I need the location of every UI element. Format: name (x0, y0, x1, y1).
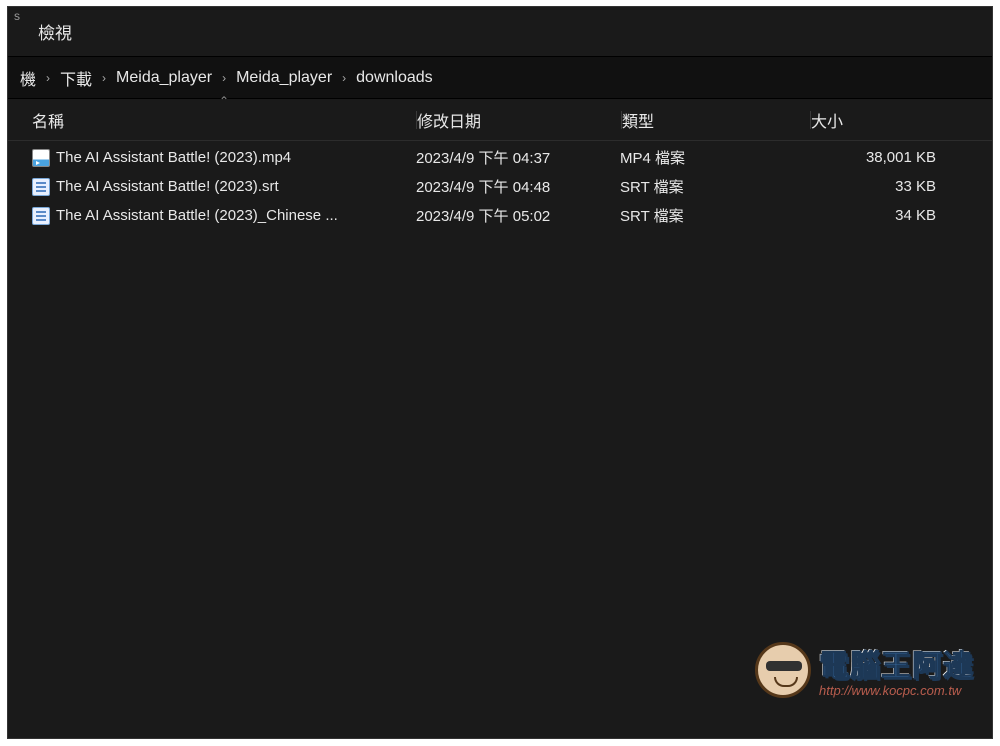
chevron-right-icon: › (336, 71, 352, 85)
breadcrumb-bar: 機 › 下載 › Meida_player › Meida_player › d… (8, 57, 992, 99)
file-type: SRT 檔案 (620, 205, 808, 226)
file-row[interactable]: The AI Assistant Battle! (2023).srt 2023… (8, 172, 992, 201)
watermark-url: http://www.kocpc.com.tw (819, 683, 974, 698)
titlebar-fragment: s (10, 7, 24, 25)
breadcrumb-item-0[interactable]: 機 (16, 66, 40, 90)
file-size: 34 KB (808, 207, 958, 224)
file-date: 2023/4/9 下午 05:02 (416, 205, 620, 226)
column-header-name[interactable]: ⌃ 名稱 (32, 108, 416, 132)
subtitle-file-icon (32, 178, 50, 196)
file-type: MP4 檔案 (620, 147, 808, 168)
watermark-title: 電腦王阿達 (819, 641, 974, 685)
file-row[interactable]: The AI Assistant Battle! (2023)_Chinese … (8, 201, 992, 230)
column-header-name-label: 名稱 (32, 114, 64, 131)
subtitle-file-icon (32, 207, 50, 225)
file-size: 33 KB (808, 178, 958, 195)
breadcrumb-item-1[interactable]: 下載 (56, 66, 96, 90)
column-header-size[interactable]: 大小 (811, 108, 961, 132)
file-date: 2023/4/9 下午 04:48 (416, 176, 620, 197)
breadcrumb-item-3[interactable]: Meida_player (232, 69, 336, 87)
file-row[interactable]: The AI Assistant Battle! (2023).mp4 2023… (8, 143, 992, 172)
column-header-date[interactable]: 修改日期 (417, 108, 621, 132)
file-explorer-window: s 檢視 機 › 下載 › Meida_player › Meida_playe… (7, 6, 993, 739)
video-file-icon (32, 149, 50, 167)
menubar: 檢視 (8, 7, 992, 57)
file-date: 2023/4/9 下午 04:37 (416, 147, 620, 168)
chevron-right-icon: › (216, 71, 232, 85)
file-list: The AI Assistant Battle! (2023).mp4 2023… (8, 141, 992, 230)
watermark-mascot-icon (755, 642, 811, 698)
chevron-right-icon: › (40, 71, 56, 85)
watermark: 電腦王阿達 http://www.kocpc.com.tw (755, 641, 974, 698)
breadcrumb-item-2[interactable]: Meida_player (112, 69, 216, 87)
file-name: The AI Assistant Battle! (2023).mp4 (56, 149, 291, 166)
column-headers: ⌃ 名稱 修改日期 類型 大小 (8, 99, 992, 141)
chevron-right-icon: › (96, 71, 112, 85)
file-type: SRT 檔案 (620, 176, 808, 197)
breadcrumb-item-4[interactable]: downloads (352, 69, 437, 87)
file-size: 38,001 KB (808, 149, 958, 166)
file-name: The AI Assistant Battle! (2023)_Chinese … (56, 207, 338, 224)
breadcrumb: 機 › 下載 › Meida_player › Meida_player › d… (16, 66, 437, 90)
file-name: The AI Assistant Battle! (2023).srt (56, 178, 279, 195)
sort-indicator-icon: ⌃ (219, 94, 229, 108)
menu-view[interactable]: 檢視 (38, 19, 72, 44)
column-header-type[interactable]: 類型 (622, 108, 810, 132)
